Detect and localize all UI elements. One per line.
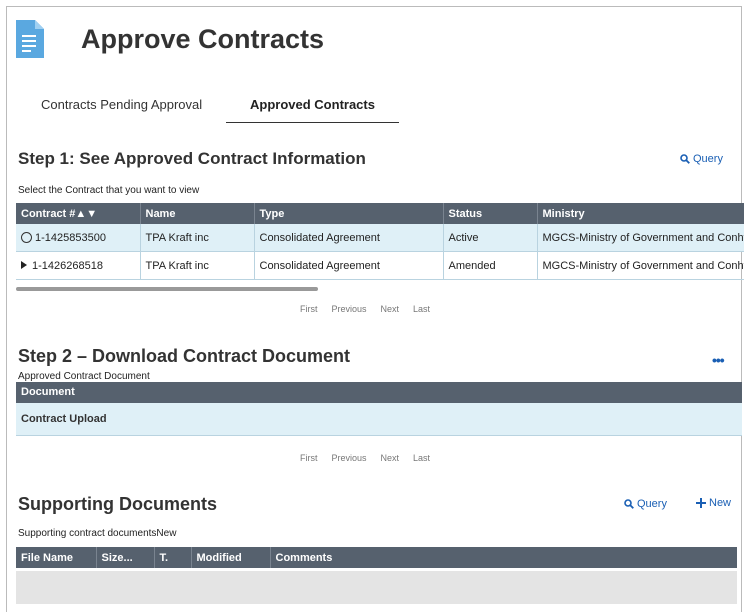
column-header-document: Document (16, 382, 742, 403)
contract-cell[interactable]: 1-1426268518 (16, 251, 141, 280)
table-header-row: Contract #▲▼ Name Type Status Ministry (16, 203, 744, 224)
step1-pager: First Previous Next Last (300, 304, 444, 314)
plus-icon (696, 498, 706, 508)
step1-query-button[interactable]: Query (680, 153, 723, 165)
step2-heading: Step 2 – Download Contract Document (18, 346, 351, 366)
pager-last[interactable]: Last (413, 453, 430, 463)
status-cell: Amended (443, 251, 538, 280)
status-cell: Active (443, 224, 538, 252)
supporting-new-button[interactable]: New (696, 497, 731, 509)
column-header-modified[interactable]: Modified (191, 547, 271, 568)
search-icon (680, 154, 690, 164)
ministry-cell: MGCS-Ministry of Government and Conht (537, 251, 744, 280)
column-header-size[interactable]: Size... (96, 547, 155, 568)
tab-contracts-pending-approval[interactable]: Contracts Pending Approval (41, 96, 221, 122)
step2-pager: First Previous Next Last (300, 453, 444, 463)
horizontal-scrollbar[interactable] (16, 287, 318, 291)
supporting-new-label: New (709, 497, 732, 509)
pager-next[interactable]: Next (381, 304, 400, 314)
column-header-comments[interactable]: Comments (270, 547, 737, 568)
pager-first[interactable]: First (300, 453, 318, 463)
approved-contracts-table: Contract #▲▼ Name Type Status Ministry 1… (16, 203, 744, 280)
page-title: Approve Contracts (81, 24, 325, 54)
contract-number: 1-1426268518 (32, 259, 103, 272)
supporting-query-label: Query (637, 498, 667, 510)
table-row[interactable]: 1-1426268518 TPA Kraft inc Consolidated … (16, 251, 744, 280)
table-header-row: File Name Size... T. Modified Comments (16, 547, 737, 568)
ministry-cell: MGCS-Ministry of Government and Conht (537, 224, 744, 252)
step1-query-label: Query (693, 153, 723, 165)
tab-bar: Contracts Pending Approval Approved Cont… (26, 96, 426, 123)
contract-number: 1-1425853500 (35, 231, 106, 244)
more-options-icon[interactable]: ••• (712, 352, 725, 368)
column-header-file-name[interactable]: File Name (16, 547, 97, 568)
name-cell: TPA Kraft inc (140, 224, 255, 252)
pager-next[interactable]: Next (381, 453, 400, 463)
supporting-subtitle: Supporting contract documentsNew (18, 528, 177, 539)
step2-subtitle: Approved Contract Document (18, 371, 150, 382)
step1-heading: Step 1: See Approved Contract Informatio… (18, 149, 366, 168)
pager-previous[interactable]: Previous (332, 453, 367, 463)
pager-last[interactable]: Last (413, 304, 430, 314)
pager-first[interactable]: First (300, 304, 318, 314)
name-cell: TPA Kraft inc (140, 251, 255, 280)
supporting-documents-table: File Name Size... T. Modified Comments (16, 547, 737, 568)
column-header-ministry[interactable]: Ministry (537, 203, 744, 224)
step1-instruction: Select the Contract that you want to vie… (18, 185, 200, 196)
contract-cell[interactable]: 1-1425853500 (16, 224, 141, 252)
supporting-documents-empty-body (16, 571, 737, 604)
table-row[interactable]: 1-1425853500 TPA Kraft inc Consolidated … (16, 224, 744, 252)
type-cell: Consolidated Agreement (254, 251, 444, 280)
column-header-type[interactable]: T. (154, 547, 192, 568)
column-header-contract[interactable]: Contract #▲▼ (16, 203, 141, 224)
expand-icon[interactable] (21, 260, 27, 269)
contract-document-table: Document Contract Upload (16, 382, 742, 436)
pager-previous[interactable]: Previous (332, 304, 367, 314)
supporting-heading: Supporting Documents (18, 494, 217, 514)
column-header-type[interactable]: Type (254, 203, 444, 224)
supporting-query-button[interactable]: Query (624, 498, 667, 510)
column-header-status[interactable]: Status (443, 203, 538, 224)
column-header-name[interactable]: Name (140, 203, 255, 224)
type-cell: Consolidated Agreement (254, 224, 444, 252)
search-icon (624, 499, 634, 509)
document-icon (16, 20, 44, 58)
radio-icon[interactable] (21, 231, 32, 243)
tab-approved-contracts[interactable]: Approved Contracts (226, 96, 399, 123)
document-row[interactable]: Contract Upload (16, 403, 742, 436)
